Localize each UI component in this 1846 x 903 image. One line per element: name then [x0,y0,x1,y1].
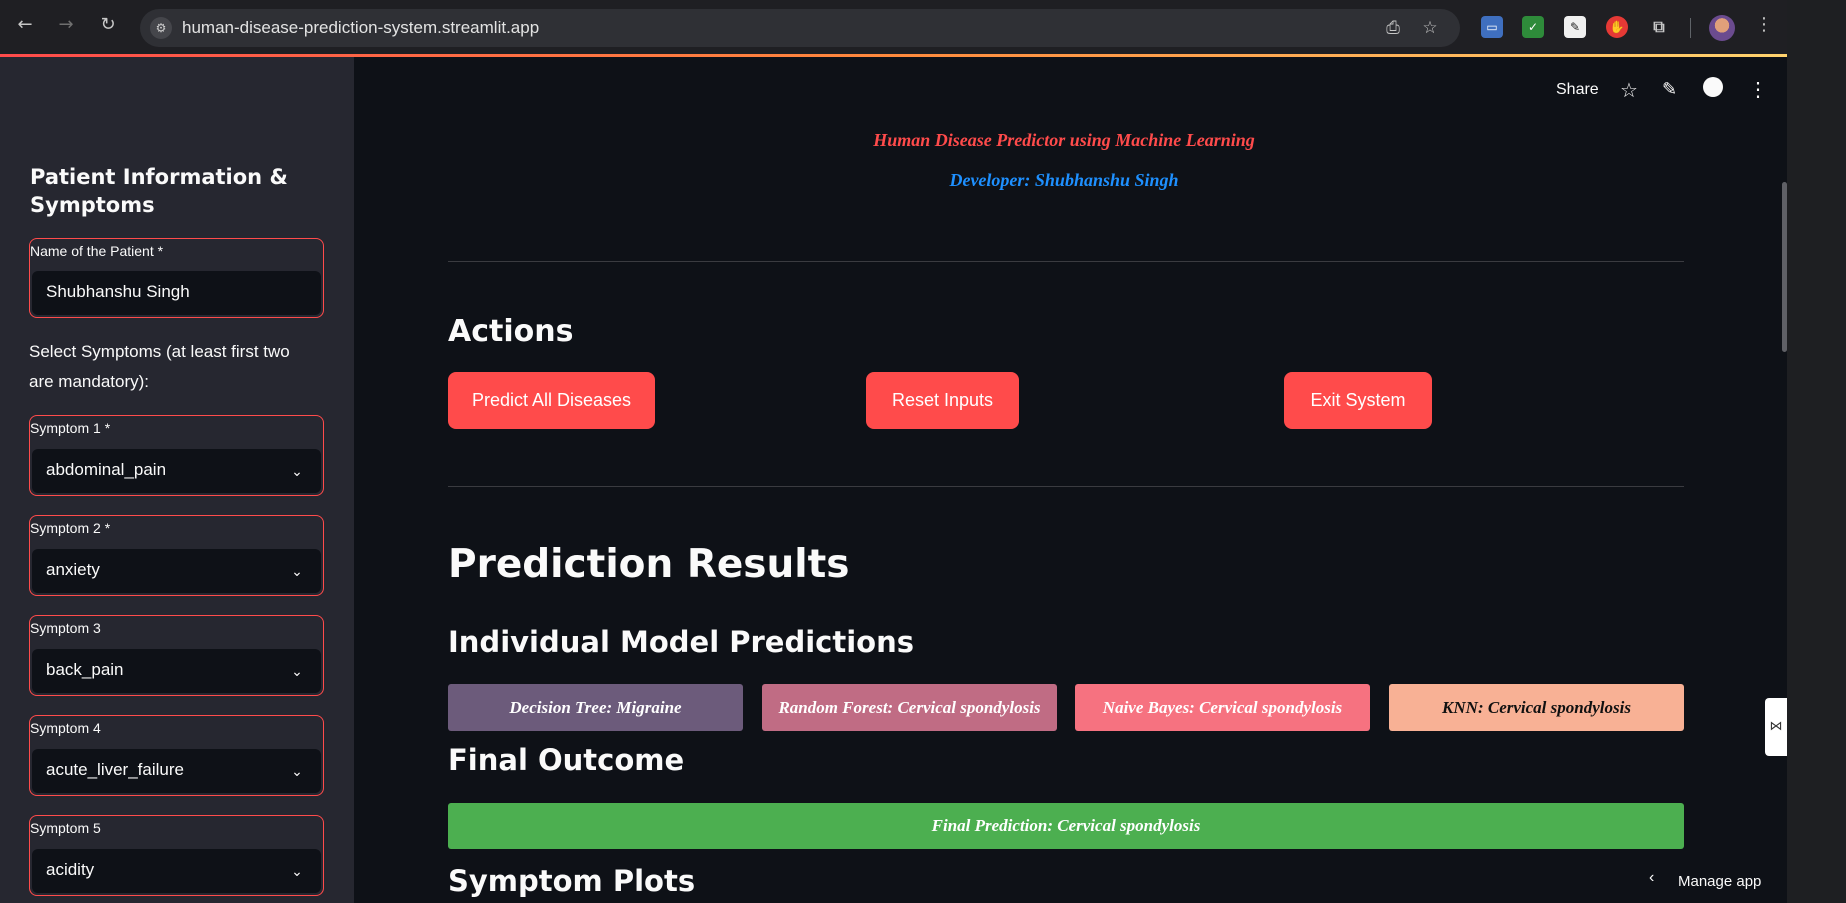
prediction-decision-tree: Decision Tree: Migraine [448,684,743,731]
browser-toolbar: ← → ↻ ⚙ human-disease-prediction-system.… [0,0,1787,56]
extensions-puzzle-icon[interactable]: ⧉ [1648,16,1670,38]
exit-system-button[interactable]: Exit System [1284,372,1432,429]
github-icon[interactable] [1703,77,1723,97]
final-outcome-heading: Final Outcome [448,743,685,777]
symptom-1-select[interactable]: abdominal_pain ⌄ [32,449,321,493]
profile-avatar[interactable] [1709,15,1735,41]
extension-shield-icon[interactable]: ✓ [1522,16,1544,38]
scrollbar-thumb[interactable] [1782,182,1787,352]
symptom-1-value: abdominal_pain [46,460,167,479]
symptom-3-label: Symptom 3 [30,620,101,636]
prediction-knn: KNN: Cervical spondylosis [1389,684,1684,731]
url-text[interactable]: human-disease-prediction-system.streamli… [182,18,539,38]
chevron-down-icon[interactable]: ⌄ [287,561,307,581]
symptom-2-value: anxiety [46,560,100,579]
prediction-results-heading: Prediction Results [448,542,850,587]
divider [448,261,1684,262]
symptom-5-value: acidity [46,860,95,879]
symptom-5-field: Symptom 5 acidity ⌄ [29,815,324,896]
symptom-4-field: Symptom 4 acute_liver_failure ⌄ [29,715,324,796]
symptom-2-select[interactable]: anxiety ⌄ [32,549,321,593]
side-tab-handle[interactable]: ⋈ [1765,698,1787,756]
install-app-icon[interactable]: ⎙ [1382,17,1404,39]
chevron-down-icon[interactable]: ⌄ [287,461,307,481]
predict-all-button[interactable]: Predict All Diseases [448,372,655,429]
toolbar-divider [1690,18,1691,38]
back-icon[interactable]: ← [14,14,36,36]
extension-window-icon[interactable]: ▭ [1481,16,1503,38]
sidebar-title: Patient Information & Symptoms [30,165,288,217]
bookmark-star-icon[interactable]: ☆ [1419,17,1441,39]
symptom-4-select[interactable]: acute_liver_failure ⌄ [32,749,321,793]
sidebar: Patient Information & Symptoms Name of t… [0,57,354,903]
symptom-5-select[interactable]: acidity ⌄ [32,849,321,893]
final-prediction-banner: Final Prediction: Cervical spondylosis [448,803,1684,849]
symptoms-instruction: Select Symptoms (at least first two are … [29,342,290,391]
symptom-2-label: Symptom 2 * [30,520,111,536]
chevron-down-icon[interactable]: ⌄ [287,861,307,881]
symptom-3-select[interactable]: back_pain ⌄ [32,649,321,693]
prediction-random-forest: Random Forest: Cervical spondylosis [762,684,1057,731]
actions-heading: Actions [448,314,574,349]
symptom-plots-heading: Symptom Plots [448,864,696,898]
browser-menu-icon[interactable]: ⋮ [1753,14,1775,36]
main-content: Share ☆ ✎ ⋮ Human Disease Predictor usin… [354,57,1787,903]
symptom-4-label: Symptom 4 [30,720,101,736]
app-title: Human Disease Predictor using Machine Le… [873,130,1255,150]
prediction-naive-bayes: Naive Bayes: Cervical spondylosis [1075,684,1370,731]
address-bar[interactable]: ⚙ human-disease-prediction-system.stream… [140,9,1460,47]
patient-name-input[interactable]: Shubhanshu Singh [32,271,321,315]
developer-credit: Developer: Shubhanshu Singh [949,170,1179,190]
symptom-1-label: Symptom 1 * [30,420,111,436]
patient-name-field: Name of the Patient * Shubhanshu Singh [29,238,324,318]
app-menu-icon[interactable]: ⋮ [1748,77,1768,102]
extension-tool-icon[interactable]: ✎ [1564,16,1586,38]
star-icon[interactable]: ☆ [1620,78,1638,103]
forward-icon[interactable]: → [55,14,77,36]
manage-app-button[interactable]: Manage app [1678,873,1761,890]
edit-pencil-icon[interactable]: ✎ [1662,79,1677,100]
individual-predictions-heading: Individual Model Predictions [448,625,914,659]
symptom-4-value: acute_liver_failure [46,760,184,779]
divider [448,486,1684,487]
symptom-5-label: Symptom 5 [30,820,101,836]
symptom-1-field: Symptom 1 * abdominal_pain ⌄ [29,415,324,496]
chevron-down-icon[interactable]: ⌄ [287,661,307,681]
share-button[interactable]: Share [1556,81,1599,99]
symptom-3-value: back_pain [46,660,124,679]
symptom-3-field: Symptom 3 back_pain ⌄ [29,615,324,696]
extension-stop-icon[interactable]: ✋ [1606,16,1628,38]
reset-inputs-button[interactable]: Reset Inputs [866,372,1019,429]
patient-name-label: Name of the Patient * [30,243,164,259]
chevron-down-icon[interactable]: ⌄ [287,761,307,781]
site-info-icon[interactable]: ⚙ [150,17,172,39]
reload-icon[interactable]: ↻ [97,14,119,36]
symptom-2-field: Symptom 2 * anxiety ⌄ [29,515,324,596]
chevron-left-icon[interactable]: ‹ [1649,869,1654,887]
